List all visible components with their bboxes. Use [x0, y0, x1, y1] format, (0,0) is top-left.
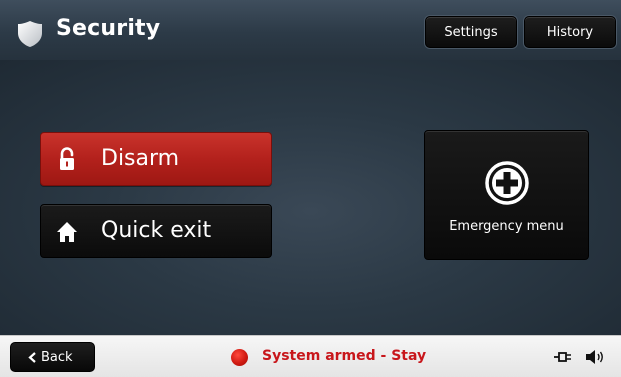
emergency-menu-button[interactable]: Emergency menu [424, 130, 589, 260]
chevron-left-icon [28, 352, 36, 363]
header-bar: Security Settings History [0, 0, 621, 61]
page-title: Security [56, 16, 161, 41]
emergency-menu-label: Emergency menu [449, 219, 564, 234]
back-label: Back [41, 350, 73, 365]
status-indicator-dot [231, 349, 248, 366]
home-icon [57, 222, 77, 242]
shield-icon [18, 21, 42, 47]
security-screen: Security Settings History Disarm Quick e… [0, 0, 621, 377]
unlocked-padlock-icon [60, 147, 74, 170]
back-button[interactable]: Back [10, 342, 95, 372]
history-button[interactable]: History [524, 16, 616, 48]
settings-button[interactable]: Settings [425, 16, 517, 48]
speaker-icon[interactable] [585, 349, 605, 365]
disarm-button[interactable]: Disarm [40, 132, 272, 186]
power-plug-icon [554, 352, 571, 362]
footer-bar: Back System armed - Stay [0, 335, 621, 377]
quick-exit-label: Quick exit [101, 218, 212, 243]
quick-exit-button[interactable]: Quick exit [40, 204, 272, 258]
main-panel: Disarm Quick exit Emergency menu [0, 60, 621, 335]
system-status-text: System armed - Stay [262, 348, 427, 364]
disarm-label: Disarm [101, 146, 180, 171]
plus-circle-icon [485, 161, 529, 205]
